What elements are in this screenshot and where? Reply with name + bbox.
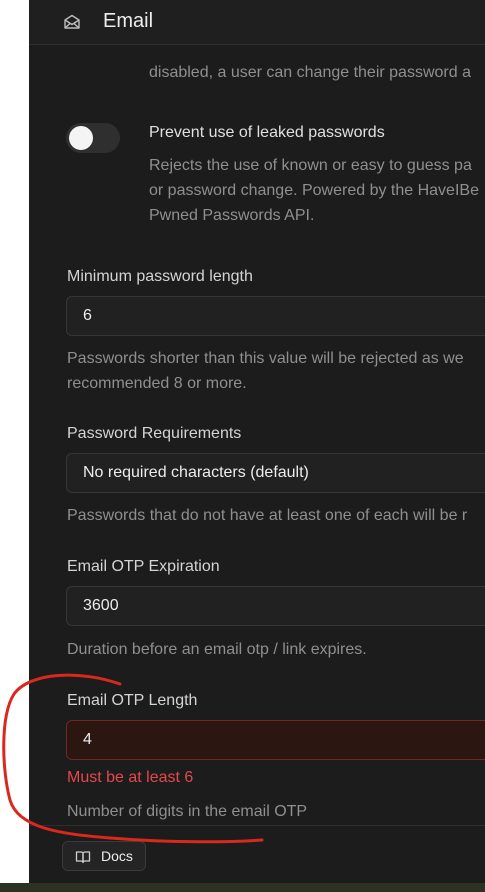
bottom-edge-strip xyxy=(0,883,485,892)
envelope-open-icon xyxy=(64,14,80,29)
panel-footer: Docs xyxy=(29,825,485,884)
min-password-length-help-line-2: recommended 8 or more. xyxy=(67,375,247,392)
password-requirements-help: Passwords that do not have at least one … xyxy=(67,507,468,524)
panel-title: Email xyxy=(103,10,154,32)
book-open-icon xyxy=(75,851,91,864)
leaked-passwords-label: Prevent use of leaked passwords xyxy=(149,124,385,141)
truncated-description: disabled, a user can change their passwo… xyxy=(149,64,471,81)
password-requirements-label: Password Requirements xyxy=(67,425,242,442)
otp-length-label: Email OTP Length xyxy=(67,692,198,709)
password-requirements-select[interactable]: No required characters (default) xyxy=(66,453,485,493)
toggle-knob xyxy=(69,126,93,150)
otp-expiration-input[interactable]: 3600 xyxy=(66,586,485,626)
min-password-length-help-line-1: Passwords shorter than this value will b… xyxy=(67,350,464,367)
otp-expiration-help: Duration before an email otp / link expi… xyxy=(67,641,367,658)
min-password-length-label: Minimum password length xyxy=(67,268,253,285)
leaked-passwords-toggle[interactable] xyxy=(66,123,120,153)
otp-expiration-label: Email OTP Expiration xyxy=(67,558,220,575)
panel-header: Email xyxy=(29,0,485,45)
docs-button-label: Docs xyxy=(101,848,133,864)
otp-length-input[interactable]: 4 xyxy=(66,720,485,760)
leaked-passwords-desc-line-1: Rejects the use of known or easy to gues… xyxy=(149,157,472,174)
leaked-passwords-desc-line-2: or password change. Powered by the HaveI… xyxy=(149,182,479,199)
settings-panel: Email disabled, a user can change their … xyxy=(29,0,485,892)
otp-length-error: Must be at least 6 xyxy=(67,769,194,786)
min-password-length-input[interactable]: 6 xyxy=(66,296,485,336)
docs-button[interactable]: Docs xyxy=(62,841,146,871)
otp-length-help: Number of digits in the email OTP xyxy=(67,803,308,820)
leaked-passwords-desc-line-3: Pwned Passwords API. xyxy=(149,207,315,224)
